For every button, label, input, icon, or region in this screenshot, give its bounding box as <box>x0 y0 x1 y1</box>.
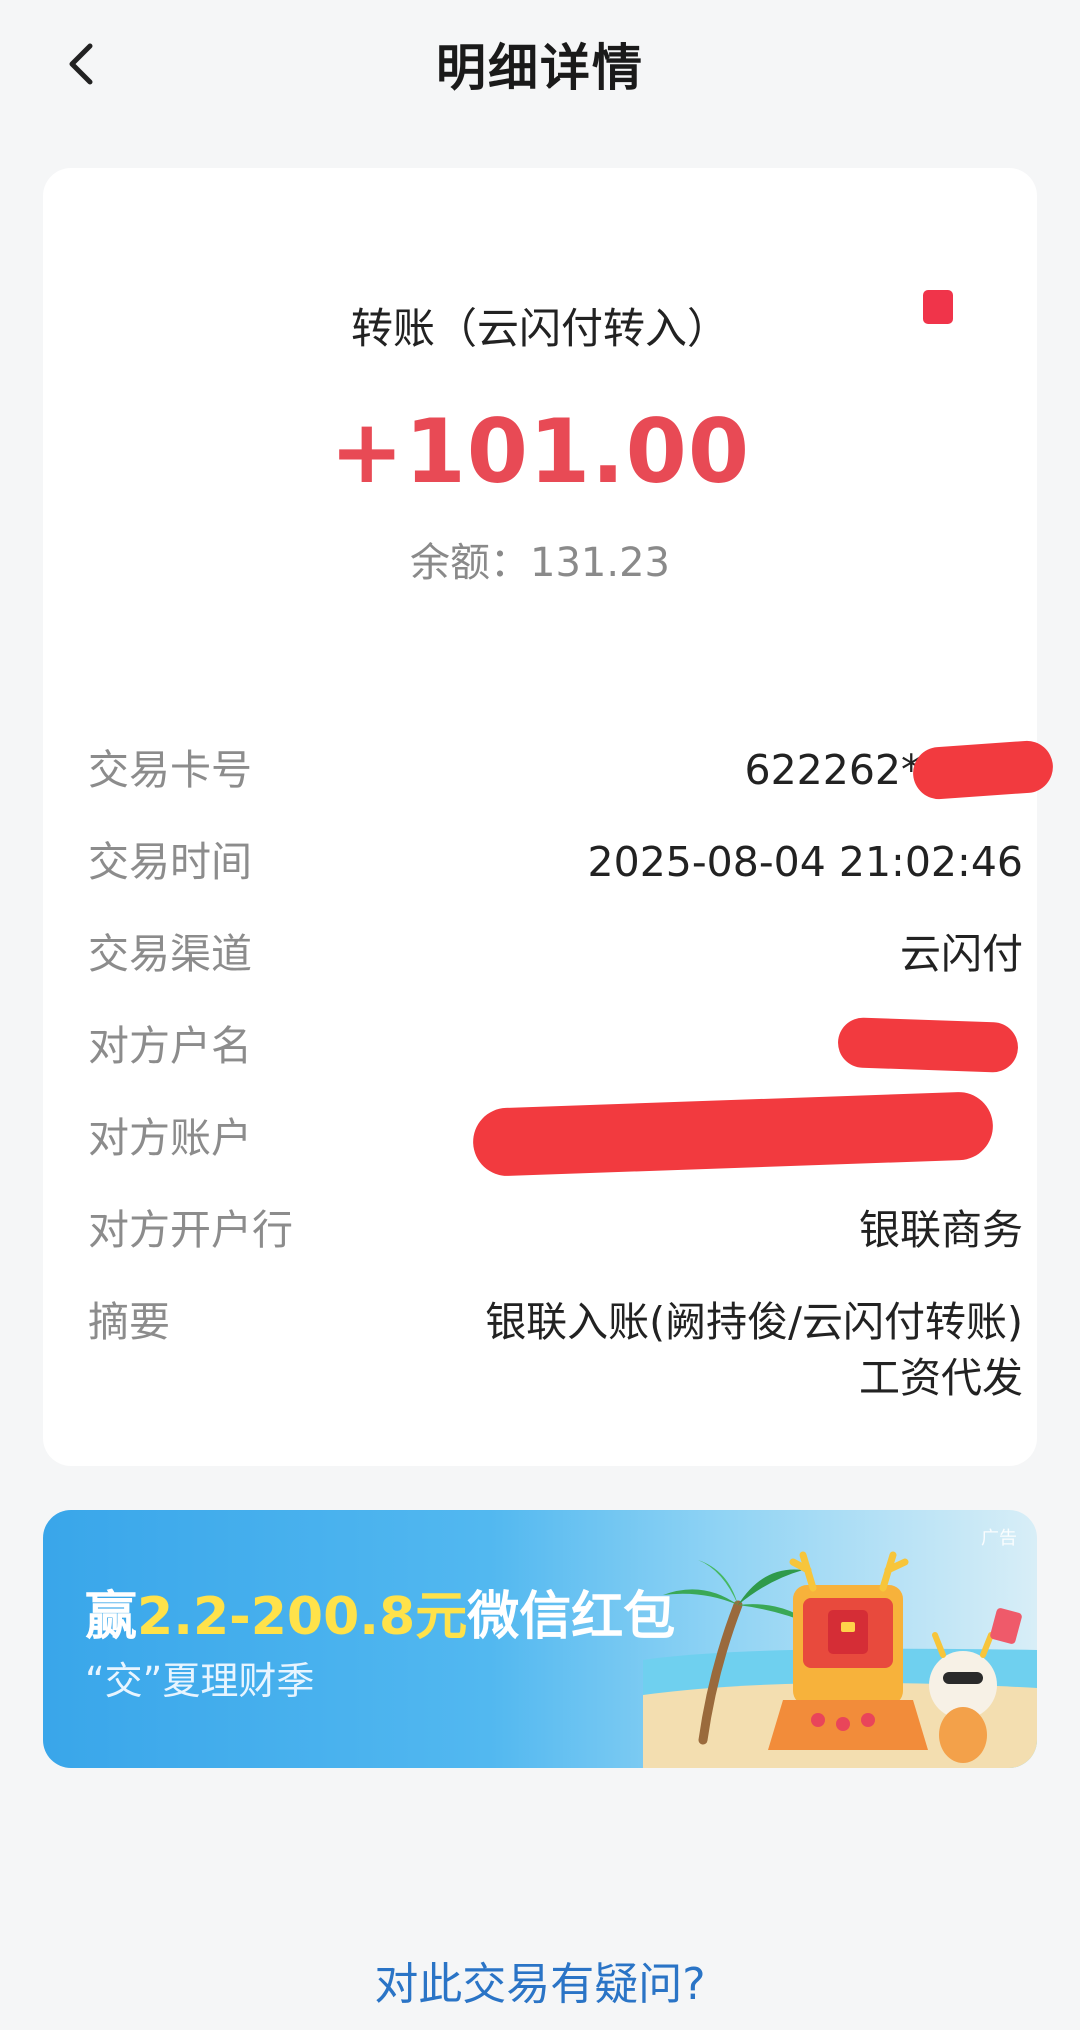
detail-list: 交易卡号 622262**** 交易时间 2025-08-04 21:02:46… <box>88 724 1055 1406</box>
transaction-inquiry-link[interactable]: 对此交易有疑问? <box>0 1948 1080 2012</box>
transaction-type: 转账（云闪付转入） <box>350 304 729 353</box>
row-label: 交易时间 <box>88 838 252 886</box>
row-remark: 摘要 银联入账(阙持俊/云闪付转账)工资代发 <box>88 1276 1023 1406</box>
row-label: 对方开户行 <box>88 1206 293 1254</box>
row-label: 对方户名 <box>88 1022 252 1070</box>
row-value: 云闪付 <box>900 930 1023 978</box>
redaction-mark <box>471 1090 995 1178</box>
row-counterparty-name: 对方户名 <box>88 1000 1023 1092</box>
top-bar: 明细详情 <box>0 0 1080 130</box>
banner-highlight: 2.2-200.8元 <box>137 1587 468 1647</box>
row-card-number: 交易卡号 622262**** <box>88 724 1055 816</box>
transaction-detail-card: 转账（云闪付转入） +101.00 余额：131.23 交易卡号 622262*… <box>43 168 1055 1466</box>
row-counterparty-account: 对方账户 <box>88 1090 1023 1184</box>
banner-headline: 赢2.2-200.8元微信红包 <box>85 1574 675 1649</box>
beach-illustration <box>643 1551 1037 1768</box>
row-label: 交易渠道 <box>88 930 252 978</box>
transaction-amount: +101.00 <box>329 400 751 503</box>
row-label: 交易卡号 <box>88 746 252 794</box>
account-balance: 余额：131.23 <box>410 540 670 586</box>
row-value: 银联商务 <box>859 1206 1023 1254</box>
banner-subtitle: “交”夏理财季 <box>85 1659 315 1703</box>
banner-prefix: 赢 <box>85 1587 138 1647</box>
redaction-mark <box>837 1016 1019 1074</box>
row-channel: 交易渠道 云闪付 <box>88 908 1023 1000</box>
row-label: 摘要 <box>88 1298 170 1346</box>
redaction-mark <box>911 739 1055 801</box>
row-value: 银联入账(阙持俊/云闪付转账)工资代发 <box>485 1298 1023 1402</box>
row-counterparty-bank: 对方开户行 银联商务 <box>88 1184 1023 1276</box>
row-value: 2025-08-04 21:02:46 <box>587 838 1023 886</box>
page-title: 明细详情 <box>436 39 644 97</box>
promo-banner[interactable]: 赢2.2-200.8元微信红包 “交”夏理财季 广告 <box>43 1510 1037 1768</box>
red-marker <box>923 290 953 324</box>
row-transaction-time: 交易时间 2025-08-04 21:02:46 <box>88 816 1023 908</box>
row-label: 对方账户 <box>88 1114 252 1162</box>
